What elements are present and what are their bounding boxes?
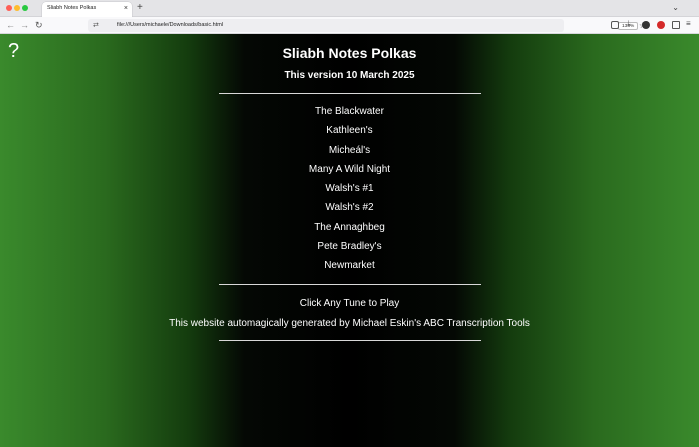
instruction-text: Click Any Tune to Play [299, 298, 400, 309]
page-subtitle: This version 10 March 2025 [284, 70, 415, 81]
reload-button[interactable]: ↻ [35, 19, 43, 31]
list-tabs-icon[interactable]: ⌄ [672, 2, 679, 14]
divider [219, 340, 481, 341]
extension-icon[interactable] [642, 21, 650, 29]
credit-text: This website automagically generated by … [169, 318, 530, 329]
tune-link[interactable]: The Annaghbeg [0, 221, 699, 240]
page-info-icon[interactable]: ⇄ [93, 20, 99, 31]
tab-strip: Sliabh Notes Polkas × + ⌄ [0, 0, 699, 17]
page-title: Sliabh Notes Polkas [282, 45, 417, 61]
back-button[interactable]: ← [6, 19, 15, 31]
tune-link[interactable]: Walsh's #1 [0, 182, 699, 201]
close-window-button[interactable] [6, 5, 12, 11]
tab-title: Sliabh Notes Polkas [47, 5, 97, 11]
page-content: ? Sliabh Notes Polkas This version 10 Ma… [0, 34, 699, 447]
divider [219, 93, 481, 94]
tune-link[interactable]: Micheál's [0, 144, 699, 163]
address-bar[interactable]: ⇄ file:///Users/michaele/Downloads/basic… [88, 19, 646, 32]
zoom-window-button[interactable] [22, 5, 28, 11]
adblock-extension-icon[interactable] [657, 21, 665, 29]
menu-icon[interactable]: ≡ [686, 18, 691, 30]
tune-list: The Blackwater Kathleen's Micheál's Many… [0, 105, 699, 279]
navigation-toolbar: ← → ↻ ⇄ file:///Users/michaele/Downloads… [0, 17, 699, 34]
minimize-window-button[interactable] [14, 5, 20, 11]
tune-link[interactable]: Many A Wild Night [0, 163, 699, 182]
url-text[interactable]: file:///Users/michaele/Downloads/basic.h… [117, 22, 223, 28]
extensions-puzzle-icon[interactable] [672, 21, 680, 29]
tune-link[interactable]: Kathleen's [0, 124, 699, 143]
tab-active[interactable]: Sliabh Notes Polkas × [42, 2, 132, 17]
tune-link[interactable]: Walsh's #2 [0, 201, 699, 220]
tune-link[interactable]: Newmarket [0, 259, 699, 278]
divider [219, 284, 481, 285]
pocket-icon[interactable] [611, 21, 619, 29]
forward-button[interactable]: → [20, 19, 29, 31]
new-tab-button[interactable]: + [137, 2, 143, 14]
downloads-icon[interactable]: ⤓ [627, 18, 635, 28]
tab-close-icon[interactable]: × [124, 4, 128, 14]
tune-link[interactable]: The Blackwater [0, 105, 699, 124]
tune-link[interactable]: Pete Bradley's [0, 240, 699, 259]
